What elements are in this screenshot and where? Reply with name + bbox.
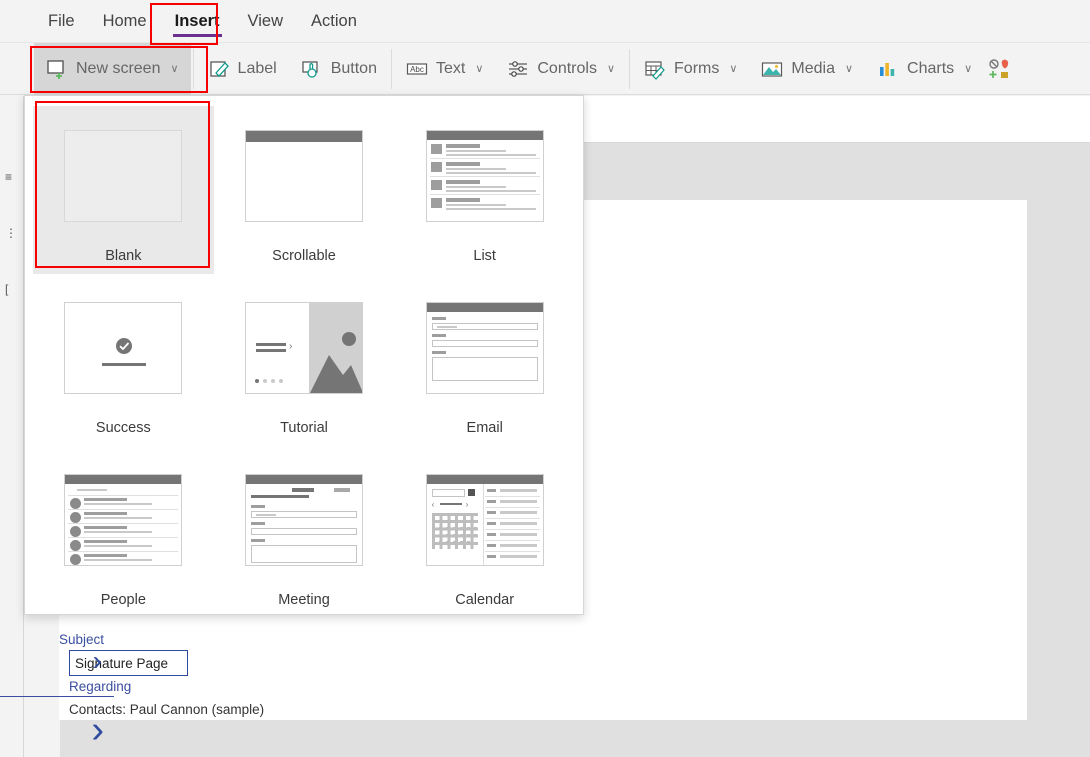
menu-item-action[interactable]: Action bbox=[297, 0, 371, 43]
button-button-text: Button bbox=[330, 59, 377, 77]
menu-bar: File Home Insert View Action bbox=[0, 0, 1090, 43]
label-button-text: Label bbox=[237, 59, 277, 77]
forms-button-text: Forms bbox=[674, 59, 720, 77]
label-button[interactable]: Label bbox=[196, 43, 289, 95]
chevron-down-icon: ∨ bbox=[475, 63, 484, 75]
ribbon-toolbar: New screen ∨ Label Button Abc Text ∨ Con… bbox=[0, 42, 1090, 95]
template-calendar-thumbnail: ‹ › bbox=[425, 474, 544, 566]
new-screen-icon bbox=[46, 58, 68, 80]
svg-text:Abc: Abc bbox=[410, 65, 424, 74]
menu-item-home[interactable]: Home bbox=[89, 0, 161, 43]
chevron-down-icon: ∨ bbox=[729, 63, 738, 75]
controls-button-text: Controls bbox=[537, 59, 597, 77]
template-scrollable[interactable]: Scrollable bbox=[214, 106, 395, 274]
button-icon bbox=[301, 58, 323, 80]
template-people-label: People bbox=[100, 592, 146, 608]
chevron-down-icon: ∨ bbox=[170, 63, 179, 75]
template-email-label: Email bbox=[466, 420, 503, 436]
template-blank-label: Blank bbox=[105, 248, 142, 264]
controls-icon bbox=[507, 58, 529, 80]
template-calendar[interactable]: ‹ › Calendar bbox=[394, 450, 575, 618]
text-icon: Abc bbox=[406, 58, 428, 80]
template-email[interactable]: Email bbox=[394, 278, 575, 446]
app-root: File Home Insert View Action New screen … bbox=[0, 0, 1090, 757]
more-controls-icon bbox=[988, 58, 1010, 80]
template-meeting-thumbnail bbox=[244, 474, 363, 566]
template-scrollable-thumbnail bbox=[244, 130, 363, 222]
chevron-down-icon: ∨ bbox=[964, 63, 973, 75]
new-screen-label: New screen bbox=[76, 59, 161, 77]
charts-button[interactable]: Charts ∨ bbox=[865, 43, 984, 95]
new-screen-button[interactable]: New screen ∨ bbox=[34, 42, 191, 95]
template-success[interactable]: Success bbox=[33, 278, 214, 446]
template-success-label: Success bbox=[95, 420, 151, 436]
media-icon bbox=[761, 58, 783, 80]
template-list-label: List bbox=[473, 248, 496, 264]
forms-icon bbox=[644, 58, 666, 80]
text-button-text: Text bbox=[435, 59, 466, 77]
layers-icon[interactable]: ⋮ bbox=[5, 226, 21, 240]
template-list[interactable]: List bbox=[394, 106, 575, 274]
tree-view-icon[interactable]: ≡ bbox=[5, 170, 21, 184]
ribbon-divider bbox=[629, 48, 631, 89]
menu-item-insert[interactable]: Insert bbox=[161, 0, 234, 43]
ribbon-divider bbox=[390, 48, 392, 89]
button-button[interactable]: Button bbox=[289, 43, 389, 95]
chevron-down-icon: ∨ bbox=[844, 63, 854, 75]
chevron-right-icon[interactable]: › bbox=[93, 645, 102, 677]
more-controls-button[interactable] bbox=[984, 43, 1014, 95]
charts-icon bbox=[877, 58, 899, 80]
media-button[interactable]: Media ∨ bbox=[749, 43, 865, 95]
template-tutorial-label: Tutorial bbox=[280, 420, 328, 436]
template-email-thumbnail bbox=[425, 302, 544, 394]
menu-item-view[interactable]: View bbox=[234, 0, 297, 43]
template-people[interactable]: People bbox=[33, 450, 214, 618]
template-calendar-label: Calendar bbox=[455, 592, 515, 608]
chevron-right-icon[interactable]: › bbox=[91, 709, 104, 752]
template-scrollable-label: Scrollable bbox=[272, 248, 336, 264]
gallery-row-1[interactable]: Contacts: Rene Valdes (sample) › bbox=[0, 645, 114, 697]
data-icon[interactable]: [ bbox=[5, 282, 21, 296]
ribbon-divider bbox=[192, 48, 194, 89]
template-meeting[interactable]: Meeting bbox=[214, 450, 395, 618]
template-people-thumbnail bbox=[64, 474, 183, 566]
menu-item-file[interactable]: File bbox=[34, 0, 89, 43]
template-grid: Blank Scrollable List Success › Tutorial… bbox=[25, 102, 583, 622]
template-list-thumbnail bbox=[425, 130, 544, 222]
forms-button[interactable]: Forms ∨ bbox=[632, 43, 749, 95]
media-button-text: Media bbox=[791, 59, 835, 77]
chevron-down-icon: ∨ bbox=[606, 63, 616, 75]
controls-button[interactable]: Controls ∨ bbox=[495, 43, 627, 95]
new-screen-template-panel: Blank Scrollable List Success › Tutorial… bbox=[24, 95, 584, 615]
template-tutorial[interactable]: › Tutorial bbox=[214, 278, 395, 446]
text-button[interactable]: Abc Text ∨ bbox=[394, 43, 495, 95]
template-success-thumbnail bbox=[64, 302, 183, 394]
template-blank-thumbnail bbox=[64, 130, 183, 222]
gallery-row-2[interactable]: Purchase Order 3401 Account: Adventure W… bbox=[0, 697, 114, 757]
label-icon bbox=[208, 58, 230, 80]
template-blank[interactable]: Blank bbox=[33, 106, 214, 274]
template-meeting-label: Meeting bbox=[278, 592, 330, 608]
template-tutorial-thumbnail: › bbox=[244, 302, 363, 394]
charts-button-text: Charts bbox=[907, 59, 955, 77]
